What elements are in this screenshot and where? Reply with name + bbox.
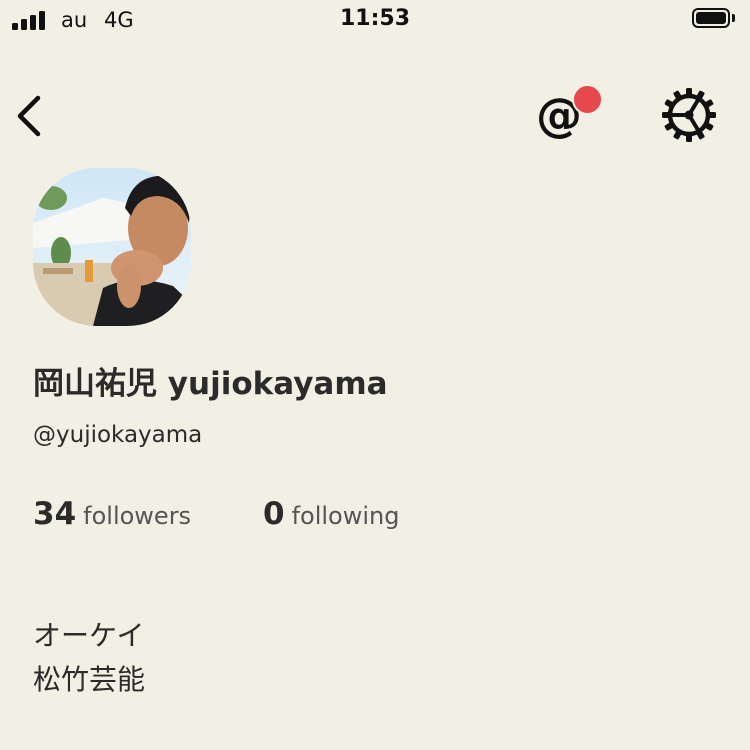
followers-label: followers [83,502,192,530]
followers-stat[interactable]: 34 followers [33,496,191,532]
notification-dot [572,84,603,115]
username: @yujiokayama [33,422,203,448]
profile-avatar[interactable] [33,168,191,326]
gear-icon [662,88,716,142]
chevron-left-icon [17,95,41,137]
status-bar: au 4G 11:53 [0,0,750,44]
bio-line: 松竹芸能 [33,663,146,696]
followers-count: 34 [33,496,77,532]
following-label: following [291,502,400,530]
display-name: 岡山祐児 yujiokayama [33,366,388,402]
mentions-button[interactable]: @ [532,84,606,146]
settings-button[interactable] [660,86,718,144]
back-button[interactable] [10,92,54,140]
following-count: 0 [263,496,285,532]
battery-icon [692,8,730,28]
status-time: 11:53 [339,6,411,31]
bio: オーケイ 松竹芸能 [33,614,145,702]
avatar-photo [33,168,191,326]
bio-line: オーケイ [33,619,145,652]
battery-tip [732,14,735,22]
following-stat[interactable]: 0 following [263,496,399,532]
